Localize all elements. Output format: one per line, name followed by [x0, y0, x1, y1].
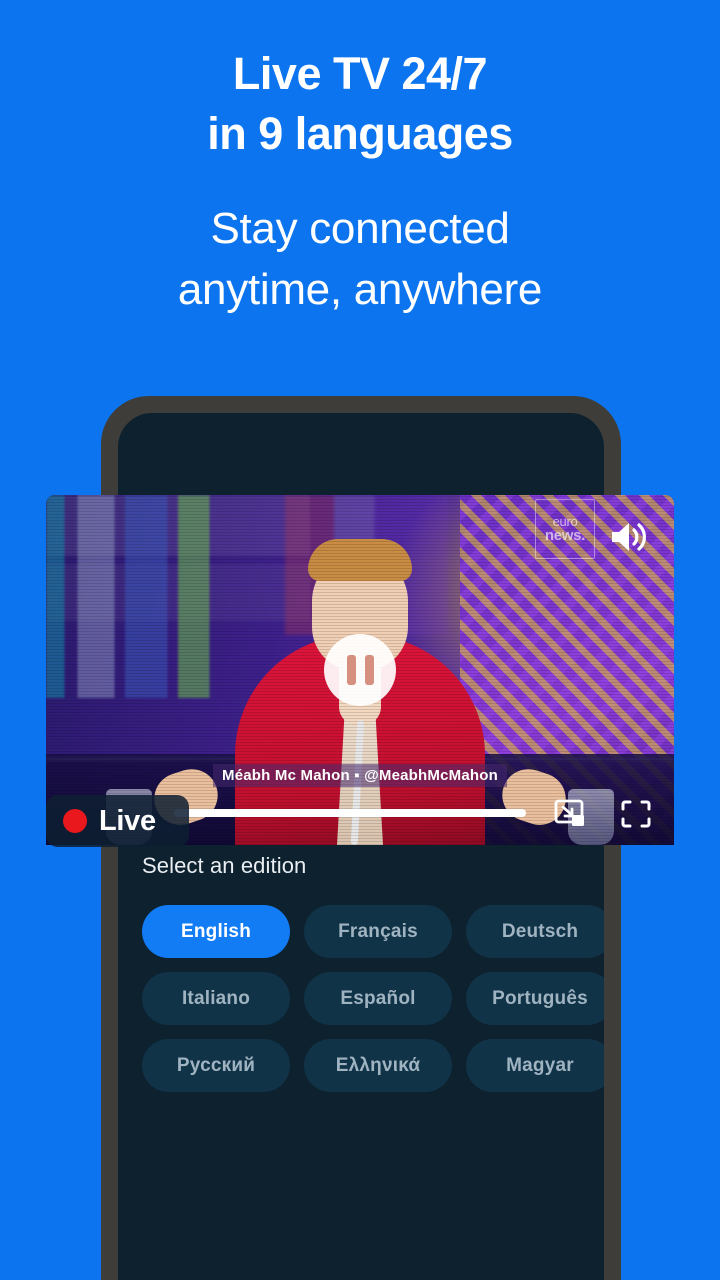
live-status-label: Live — [99, 804, 156, 837]
promo-headline-line-2: in 9 languages — [207, 108, 513, 159]
pause-bar-left — [346, 655, 356, 685]
language-chip-portugues[interactable]: Português — [466, 972, 604, 1025]
studio-monitor-wall — [46, 495, 310, 698]
edition-selector-title: Select an edition — [142, 853, 307, 878]
live-video-player[interactable]: euro news. Méabh Mc Mahon ▪ @MeabhMcMaho… — [46, 495, 674, 845]
promo-headline-line-1: Live TV 24/7 — [232, 48, 488, 99]
live-record-dot-icon — [63, 809, 87, 833]
presenter-name-caption: Méabh Mc Mahon ▪ @MeabhMcMahon — [213, 764, 507, 787]
euronews-logo-watermark: euro news. — [535, 499, 595, 559]
language-chip-ellinika[interactable]: Ελληνικά — [304, 1039, 452, 1092]
language-chip-deutsch[interactable]: Deutsch — [466, 905, 604, 958]
promo-subheadline-line-1: Stay connected — [210, 204, 510, 253]
progress-bar-fill — [174, 809, 526, 817]
presenter-fringe — [308, 539, 412, 581]
live-status-badge: Live — [46, 795, 189, 847]
promo-subheadline: Stay connected anytime, anywhere — [0, 198, 720, 320]
pause-bar-right — [364, 655, 374, 685]
fullscreen-icon[interactable] — [620, 799, 652, 829]
edition-selector: Select an edition English Français Deuts… — [142, 853, 604, 1092]
language-chip-italiano[interactable]: Italiano — [142, 972, 290, 1025]
picture-in-picture-icon[interactable] — [554, 799, 588, 829]
language-chip-magyar[interactable]: Magyar — [466, 1039, 604, 1092]
language-chip-english[interactable]: English — [142, 905, 290, 958]
language-chip-espanol[interactable]: Español — [304, 972, 452, 1025]
pause-button[interactable] — [324, 634, 396, 706]
progress-bar-track[interactable] — [174, 809, 526, 817]
watermark-line-2: news. — [544, 527, 586, 544]
language-chip-francais[interactable]: Français — [304, 905, 452, 958]
language-chip-grid: English Français Deutsch Italiano Españo… — [142, 905, 604, 1092]
promo-subheadline-line-2: anytime, anywhere — [177, 265, 543, 314]
language-chip-russkiy[interactable]: Русский — [142, 1039, 290, 1092]
volume-on-icon[interactable] — [608, 517, 652, 557]
promo-headline: Live TV 24/7 in 9 languages — [0, 44, 720, 164]
